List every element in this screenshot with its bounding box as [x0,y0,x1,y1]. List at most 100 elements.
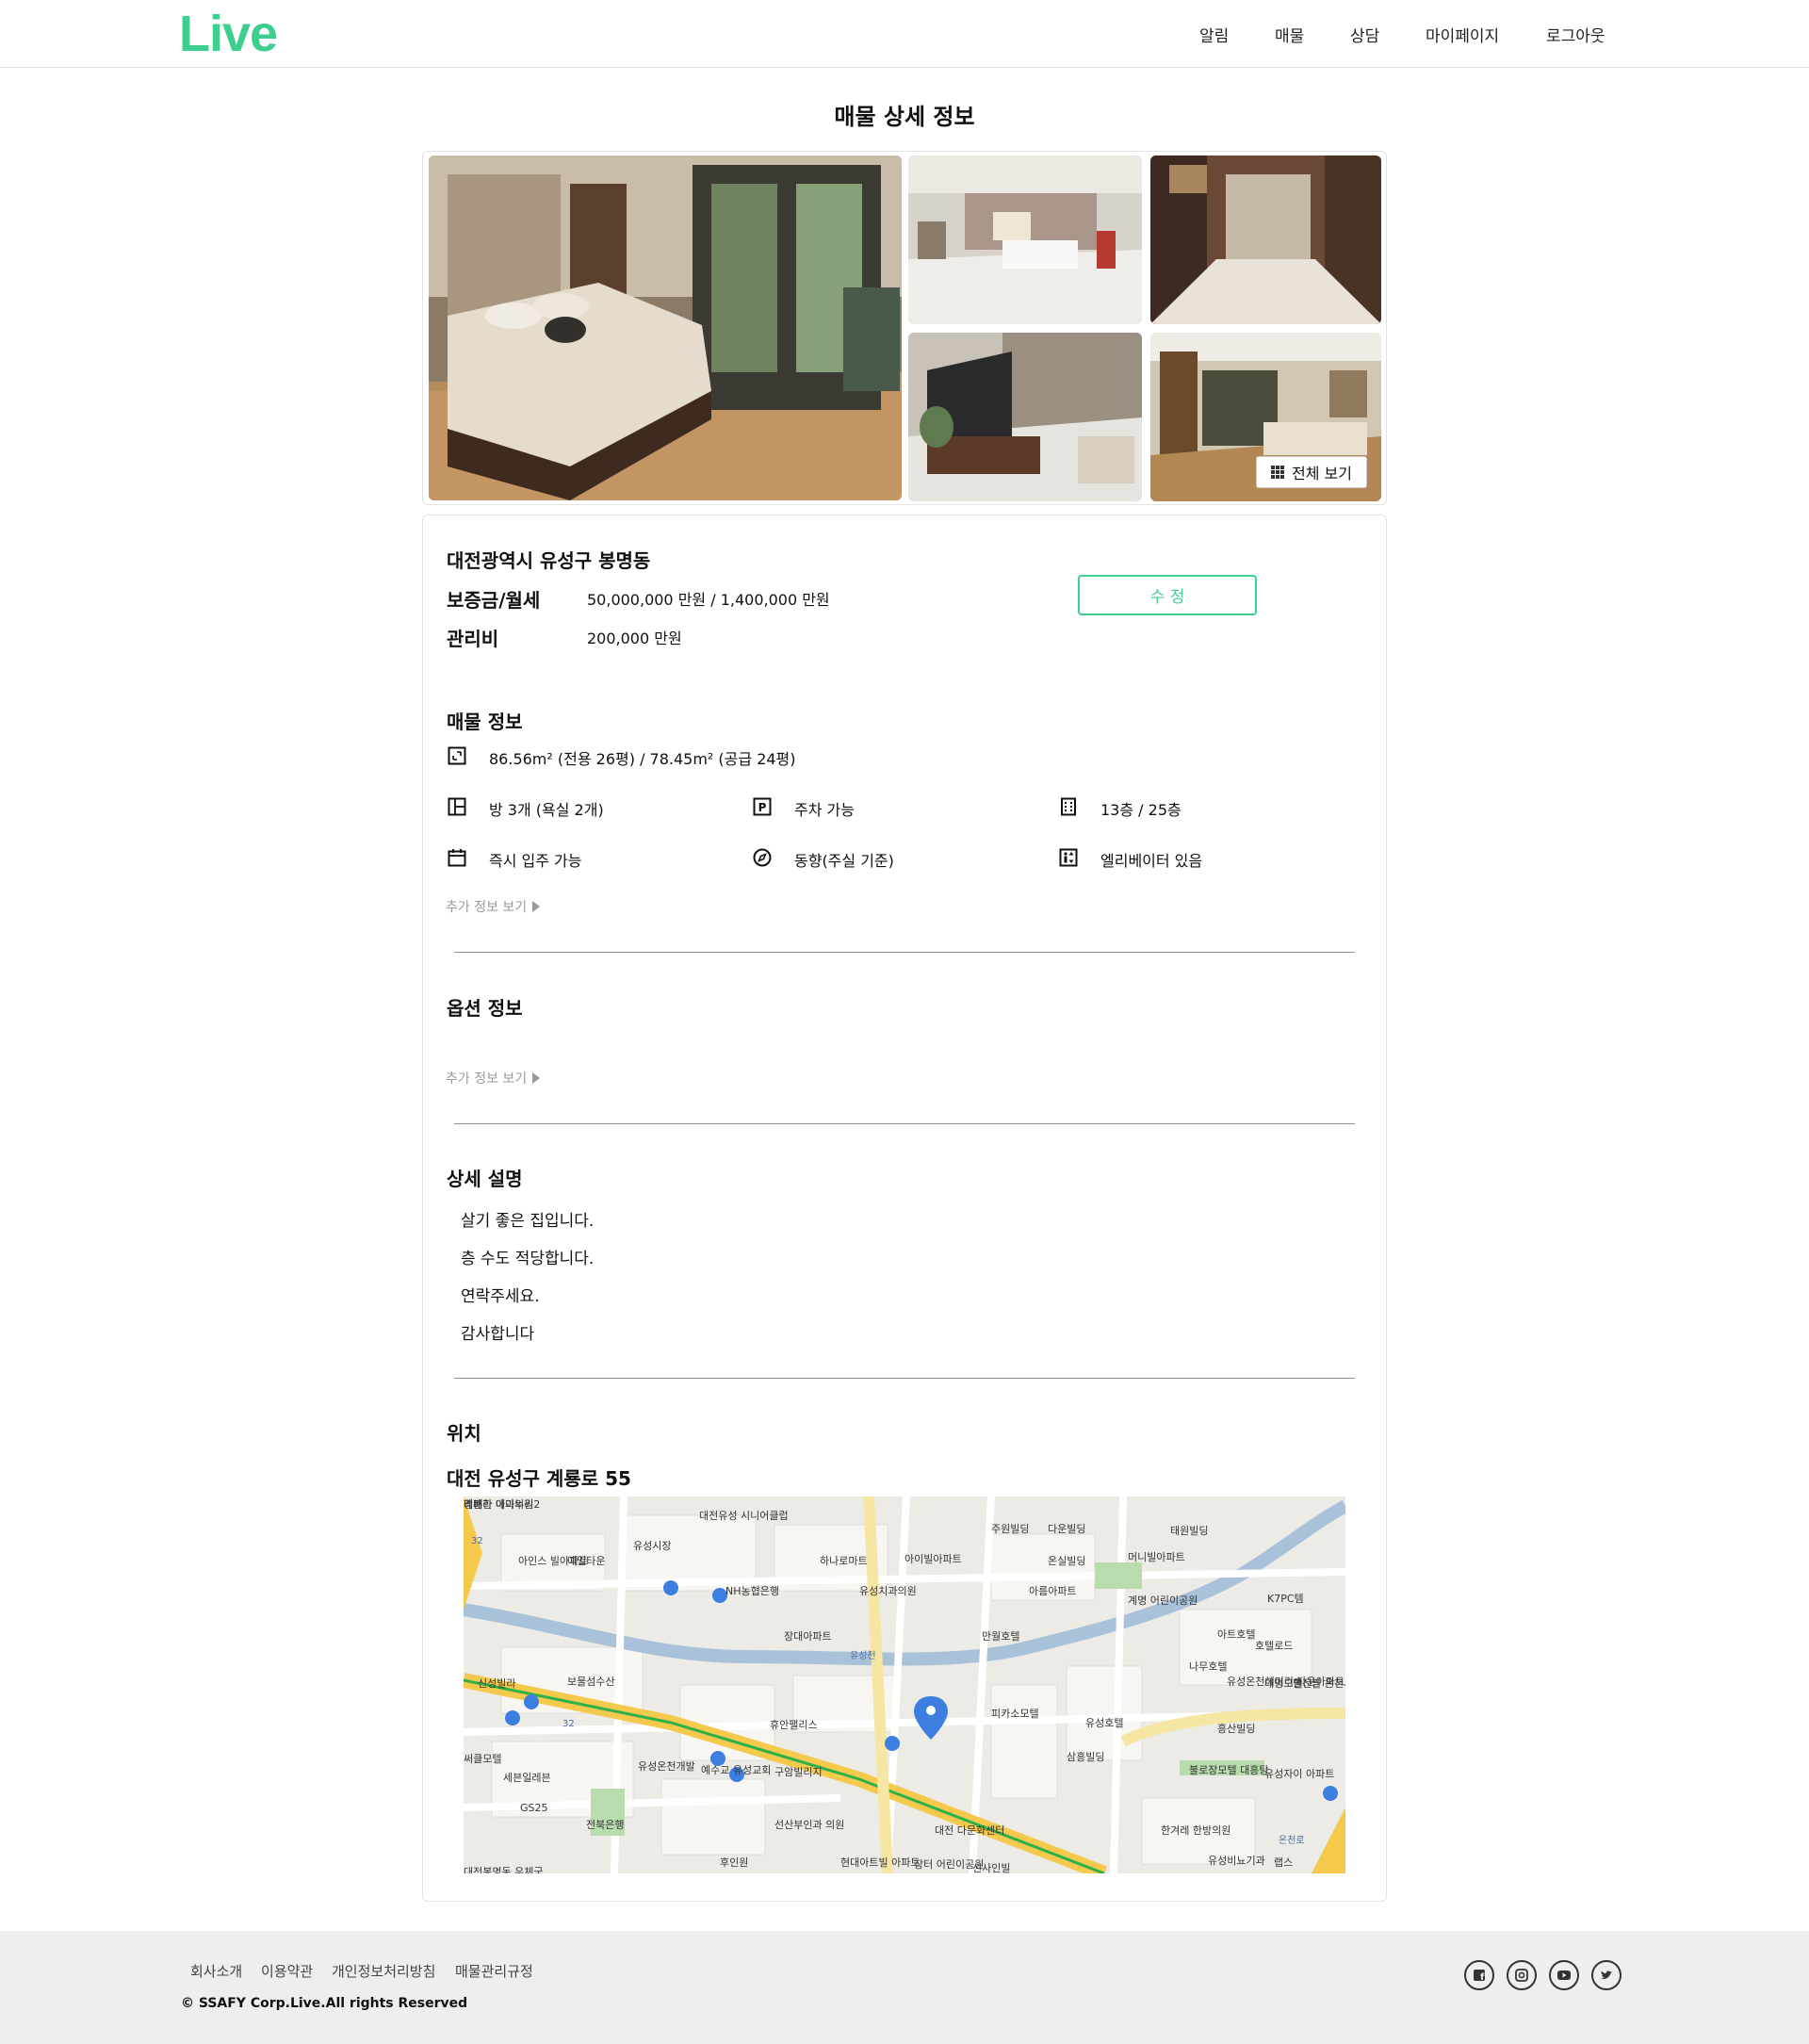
view-all-photos-button[interactable]: 전체 보기 [1256,456,1367,488]
svg-text:P: P [758,801,767,814]
map-poi-label: 아트호텔 [1217,1628,1255,1641]
map-poi-label: 예수교 유성교회 [701,1764,771,1776]
map-poi-label: 현대아트빌 아파트 [840,1856,920,1869]
map-poi-label: 아름아파트 [1029,1585,1077,1597]
footer-link-company[interactable]: 회사소개 [190,1961,242,1981]
gallery-photo-4[interactable] [908,333,1142,501]
area-text: 86.56m² (전용 26평) / 78.45m² (공급 24평) [489,750,796,768]
deposit-label: 보증금/월세 [447,589,541,612]
option-more-link[interactable]: 추가 정보 보기 [446,1069,541,1087]
calendar-icon [448,849,466,867]
map-poi-label: NH농협은행 [725,1585,779,1597]
footer-link-listing-policy[interactable]: 매물관리규정 [455,1961,533,1981]
living-room-photo [908,155,1142,324]
map-poi-label: 유성치과의원 [859,1585,917,1597]
description-line: 감사합니다 [461,1325,535,1344]
map-poi-label: 유성온천개발 [638,1759,695,1773]
building-icon [1061,797,1076,816]
nav-logout[interactable]: 로그아웃 [1546,23,1605,46]
map-road-label: 32 [562,1719,575,1729]
parking-icon: P [753,797,772,816]
elevator-icon [1059,848,1078,867]
listing-address: 대전광역시 유성구 봉명동 [447,549,651,572]
description-title: 상세 설명 [447,1168,523,1190]
divider [454,1378,1355,1379]
description-line: 살기 좋은 집입니다. [461,1212,595,1231]
option-info-title: 옵션 정보 [447,997,523,1020]
map-poi-label: 온실빌딩 [1048,1555,1085,1567]
map-poi-label: 태원빌딩 [1170,1525,1208,1537]
map-poi-label: K7PC템 [1267,1593,1304,1605]
map-poi-label: 휴안팰리스 [770,1719,818,1731]
map-poi-label: 신성빌라 [478,1677,515,1690]
map-poi-label: 대전유성 시니어클럽 [699,1509,789,1522]
logo[interactable]: Live [179,6,278,62]
property-info-title: 매물 정보 [447,711,523,733]
description-line: 연락주세요. [461,1287,540,1306]
bedroom-photo [429,155,902,500]
map-poi-label: 유성비뇨기과 [1208,1855,1265,1867]
map-poi-label: 선산부인과 의원 [774,1819,844,1831]
twitter-glyph [1601,1970,1612,1979]
map-road-label: 온천로 [1279,1835,1305,1846]
map-poi-label: 한겨레 한방의원 [1161,1824,1230,1837]
nav-listings[interactable]: 매물 [1275,23,1304,46]
option-more-label: 추가 정보 보기 [446,1071,528,1087]
youtube-glyph [1557,1970,1571,1980]
map-road-label: 32 [471,1536,483,1546]
map-poi-label: 한진블 온천사 [1293,1676,1345,1690]
map-poi-label: 피카소모텔 [991,1708,1039,1720]
nav-mypage[interactable]: 마이페이지 [1426,23,1499,46]
map-canvas: 대전유성 시니어클럽유성시장하나로마트 아이빌아파트 주원빌딩 다운빌딩 태원빌딩온실빌… [464,1496,1345,1873]
map-poi-label: 만월호텔 [982,1630,1019,1643]
map-poi-label: 전북은행 [586,1819,624,1831]
tv-room-photo [908,333,1142,501]
footer-link-privacy[interactable]: 개인정보처리방침 [332,1961,435,1981]
instagram-icon[interactable] [1507,1960,1537,1990]
move-in-text: 즉시 입주 가능 [489,852,582,870]
map-poi-label: 보물섬수산 [567,1676,615,1688]
page-title: 매물 상세 정보 [834,104,975,130]
nav-consult[interactable]: 상담 [1350,23,1379,46]
map-poi-label: 나무호텔 [1189,1660,1227,1673]
location-address: 대전 유성구 계룡로 55 [447,1467,631,1490]
youtube-icon[interactable] [1549,1960,1579,1990]
map-poi-label: 계명 어린이공원 [1128,1594,1198,1607]
footer [0,1931,1809,2044]
map-poi-label: 주원빌딩 [991,1523,1029,1535]
map-poi-label: 흥산빌딩 [1217,1722,1255,1735]
deposit-value: 50,000,000 만원 / 1,400,000 만원 [587,591,830,609]
hallway-photo [1150,155,1381,324]
location-map[interactable]: 대전유성 시니어클럽 유성시장 하나로마트 아이빌아파트 주원빌딩 다운빌딩 태원빌딩 온실빌… [464,1496,1345,1873]
map-poi-label: 세븐일레븐 [503,1771,551,1784]
gallery-photo-2[interactable] [908,155,1142,324]
map-poi-label: 아이빌아파트 [904,1553,962,1565]
svg-text:f: f [1480,1972,1485,1982]
map-poi-label: 유성시장 [633,1540,671,1552]
map-poi-label: 예일타운 [567,1554,605,1567]
map-poi-label: 머니빌아파트 [1128,1551,1185,1563]
map-poi-label: 불로장모텔 대흥탕 [1189,1763,1268,1776]
edit-button[interactable]: 수 정 [1078,575,1257,615]
map-poi-label: 대전 다문화센터 [935,1824,1004,1837]
map-road-label: 유성천 [850,1650,876,1661]
facebook-icon[interactable]: f [1464,1960,1494,1990]
map-poi-label: 선사인빌 [972,1862,1010,1873]
map-poi-label: 후인원 [720,1856,748,1869]
map-poi-label: 유성자이 아파트 [1264,1768,1334,1780]
description-line: 층 수도 적당합니다. [461,1250,595,1268]
twitter-icon[interactable] [1591,1960,1622,1990]
footer-link-terms[interactable]: 이용약관 [261,1961,313,1981]
map-poi-label: 장대아파트 [784,1630,832,1643]
map-poi-label: 구암빌리지 [774,1766,823,1778]
main-photo[interactable] [429,155,902,500]
grid-icon [1271,466,1285,479]
rooms-text: 방 3개 (욕실 2개) [489,801,604,819]
property-more-link[interactable]: 추가 정보 보기 [446,897,541,916]
facebook-glyph: f [1474,1970,1485,1982]
location-title: 위치 [447,1422,481,1445]
compass-icon [753,848,772,867]
map-poi-label: 호텔로드 [1255,1640,1293,1652]
nav-alarm[interactable]: 알림 [1199,23,1229,46]
gallery-photo-3[interactable] [1150,155,1381,324]
